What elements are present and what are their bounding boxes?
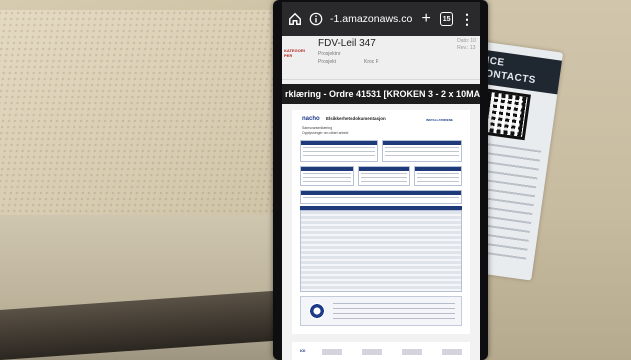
- document-heading: Elsikkerhetsdokumentasjon: [326, 116, 386, 121]
- document-page[interactable]: nacho Elsikkerhetsdokumentasjon Samsvars…: [292, 110, 470, 334]
- phone: -1.amazonaws.com + 15 ⋮ KATEGORI PER FDV…: [273, 0, 488, 360]
- home-icon[interactable]: [288, 12, 302, 26]
- document-title-bar: rklæring - Ordre 41531 [KROKEN 3 - 2 x 1…: [282, 84, 480, 104]
- doc-section-2: [358, 166, 410, 186]
- document-subheading: Samsvarserklæring: [302, 126, 333, 130]
- menu-icon[interactable]: ⋮: [460, 12, 474, 26]
- browser-url-bar: -1.amazonaws.com + 15 ⋮: [282, 2, 480, 36]
- fdv-header: KATEGORI PER FDV-Leil 347 Prosjektnr Pro…: [282, 36, 480, 80]
- footer-logo: IOI: [300, 348, 306, 353]
- prosjekt-label: Prosjekt: [318, 59, 337, 65]
- company-logo: KATEGORI PER: [284, 48, 305, 58]
- certificate-text: [333, 303, 455, 321]
- footer-text: [322, 349, 462, 355]
- doc-section-1: [300, 166, 354, 186]
- partner-logo: INSTALLATØRENE: [426, 118, 453, 122]
- checklist-table: [300, 210, 462, 292]
- url-text[interactable]: -1.amazonaws.com: [330, 13, 412, 25]
- nacho-logo: nacho: [302, 116, 320, 122]
- tab-switcher-icon[interactable]: 15: [440, 12, 453, 26]
- doc-section-installer: [382, 140, 462, 162]
- prosjekt-value: Kroc F: [364, 59, 379, 65]
- document-subheading-2: Opplysninger om utført arbeid: [302, 131, 349, 135]
- document-footer: IOI: [292, 342, 470, 360]
- site-info-icon[interactable]: [309, 12, 323, 26]
- doc-section-3: [414, 166, 462, 186]
- fdv-title: FDV-Leil 347: [318, 38, 376, 49]
- doc-section-customer: [300, 140, 378, 162]
- fdv-meta-date: Dato: 10: [457, 38, 476, 44]
- phone-screen: -1.amazonaws.com + 15 ⋮ KATEGORI PER FDV…: [282, 2, 480, 360]
- new-tab-icon[interactable]: +: [419, 11, 433, 27]
- fdv-meta-rev: Rev.: 13: [457, 45, 476, 51]
- certificate-box: [300, 296, 462, 326]
- doc-section-documents: [300, 190, 462, 204]
- certificate-seal-icon: [309, 303, 325, 319]
- fdv-meta: Dato: 10 Rev.: 13: [457, 38, 476, 52]
- prosjektnr-label: Prosjektnr: [318, 51, 341, 57]
